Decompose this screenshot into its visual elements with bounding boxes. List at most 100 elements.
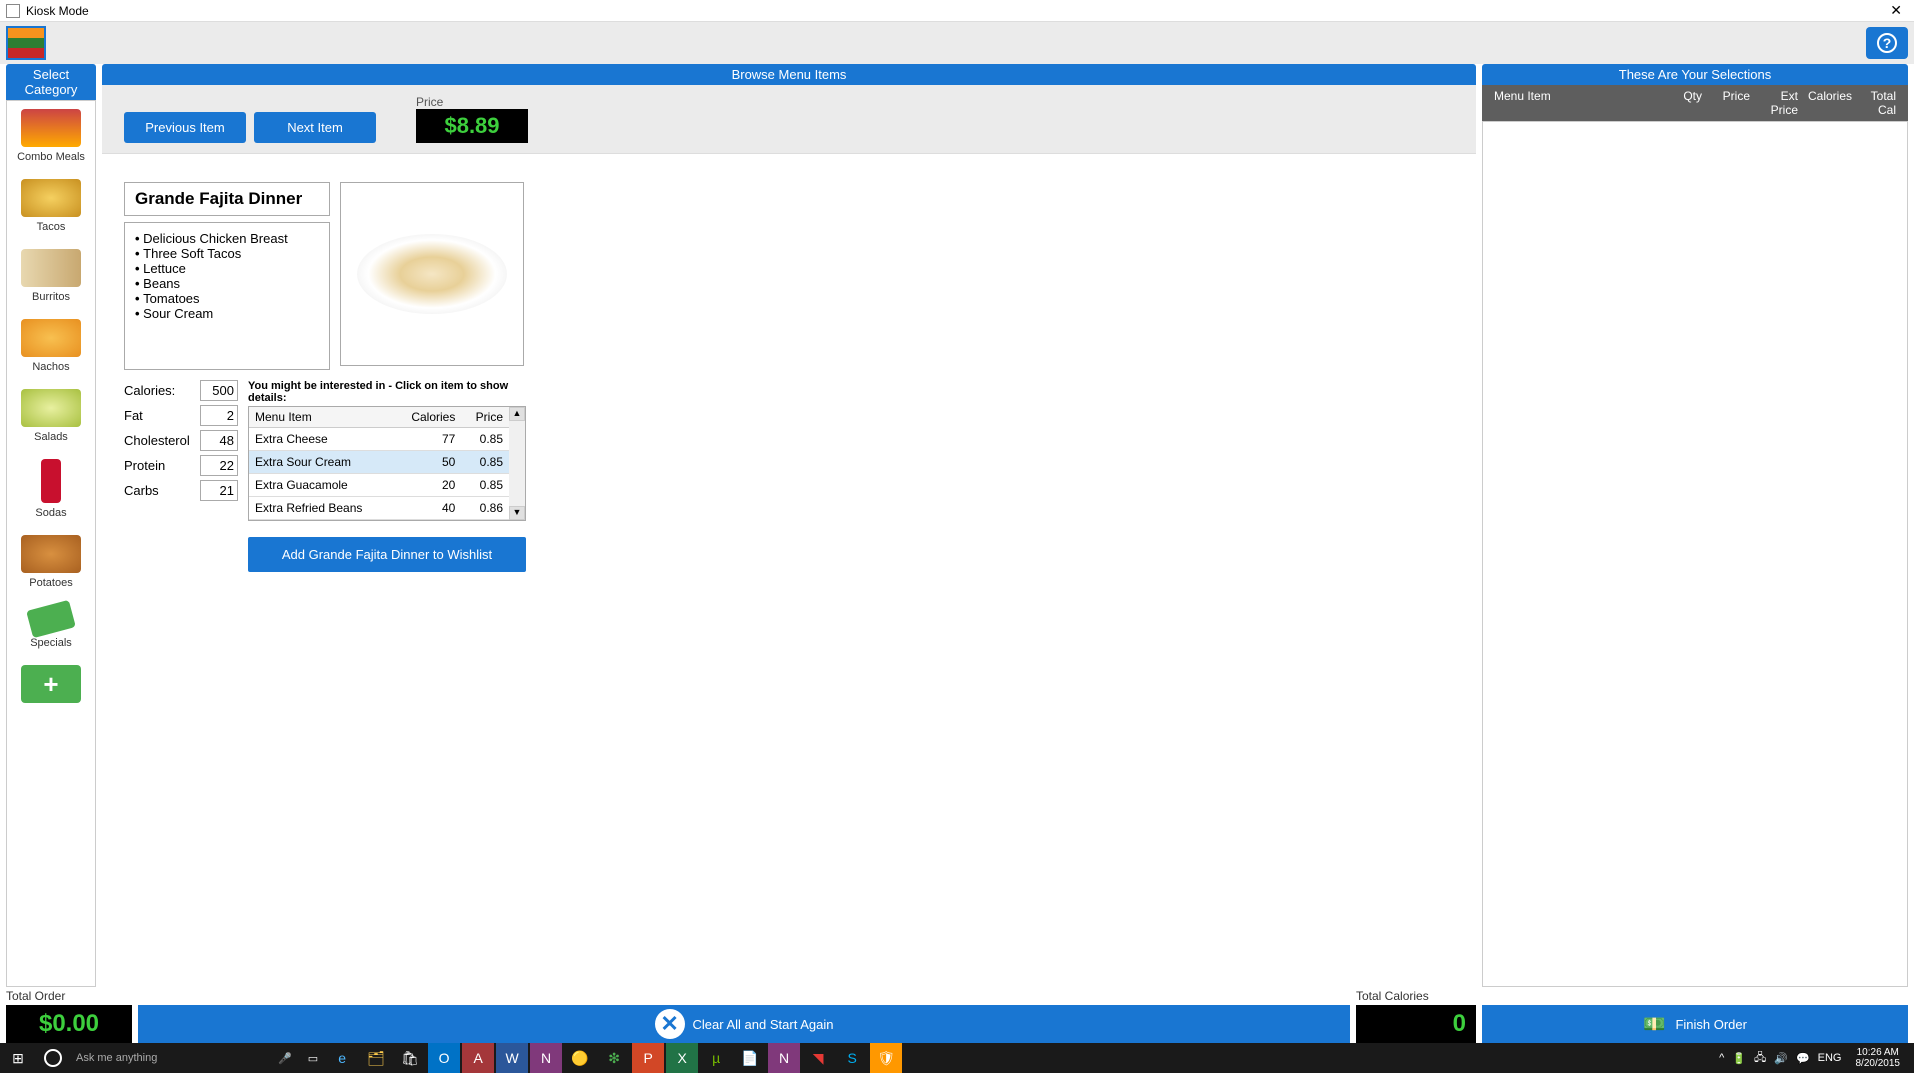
notifications-icon[interactable]: 💬 — [1796, 1052, 1810, 1065]
total-order-label: Total Order — [6, 987, 132, 1005]
category-thumb — [21, 249, 81, 287]
category-item[interactable]: Salads — [7, 381, 95, 451]
category-header: Select Category — [6, 64, 96, 100]
category-sidebar: Select Category Combo MealsTacos Burritos… — [6, 64, 96, 987]
addons-col-price: Price — [461, 407, 509, 428]
nutrition-facts: Calories: Fat Cholesterol Protein Carbs — [124, 380, 238, 572]
chrome-icon[interactable]: 🟡 — [564, 1043, 596, 1073]
item-ingredients: Delicious Chicken BreastThree Soft Tacos… — [124, 222, 330, 370]
category-label: Specials — [9, 637, 93, 649]
clock-date: 8/20/2015 — [1856, 1058, 1901, 1069]
ingredient-item: Sour Cream — [135, 306, 319, 321]
carbs-value[interactable] — [200, 480, 238, 501]
category-thumb — [21, 389, 81, 427]
category-item[interactable]: Nachos — [7, 311, 95, 381]
clock-time: 10:26 AM — [1856, 1047, 1901, 1058]
network-icon[interactable]: 🖧 — [1754, 1049, 1766, 1068]
previous-item-button[interactable]: Previous Item — [124, 112, 246, 143]
cortana-icon[interactable] — [36, 1043, 70, 1073]
store-icon[interactable]: 🛍 — [394, 1043, 426, 1073]
ingredient-item: Beans — [135, 276, 319, 291]
addon-price: 0.85 — [461, 428, 509, 451]
category-item[interactable]: Burritos — [7, 241, 95, 311]
category-item[interactable]: + — [7, 657, 95, 715]
category-item[interactable]: Sodas — [7, 451, 95, 527]
access-icon[interactable]: A — [462, 1043, 494, 1073]
task-view-icon[interactable]: ▭ — [300, 1043, 326, 1073]
file-explorer-icon[interactable]: 🗂 — [360, 1043, 392, 1073]
item-name: Grande Fajita Dinner — [124, 182, 330, 216]
plate-illustration — [357, 234, 507, 314]
sel-col-qty: Qty — [1668, 89, 1706, 117]
sel-col-item: Menu Item — [1490, 89, 1668, 117]
language-indicator[interactable]: ENG — [1818, 1052, 1842, 1064]
outlook-icon[interactable]: O — [428, 1043, 460, 1073]
carbs-label: Carbs — [124, 483, 159, 498]
category-thumb: + — [21, 665, 81, 703]
tray-chevron-icon[interactable]: ^ — [1719, 1052, 1724, 1064]
edge-icon[interactable]: e — [326, 1043, 358, 1073]
addon-name: Extra Sour Cream — [249, 451, 394, 474]
category-list[interactable]: Combo MealsTacos Burritos NachosSaladsSoda… — [6, 100, 96, 987]
word-icon[interactable]: W — [496, 1043, 528, 1073]
category-item[interactable]: Combo Meals — [7, 101, 95, 171]
scroll-down-icon[interactable]: ▼ — [509, 506, 525, 520]
category-thumb — [21, 535, 81, 573]
pdf-icon[interactable]: 📄 — [734, 1043, 766, 1073]
addons-col-item: Menu Item — [249, 407, 394, 428]
excel-icon[interactable]: X — [666, 1043, 698, 1073]
protein-value[interactable] — [200, 455, 238, 476]
battery-icon[interactable]: 🔋 — [1732, 1052, 1746, 1065]
total-calories-value: 0 — [1356, 1005, 1476, 1043]
selections-header: These Are Your Selections — [1482, 64, 1908, 85]
start-button[interactable]: ⊞ — [0, 1043, 36, 1073]
addon-row[interactable]: Extra Cheese770.85 — [249, 428, 509, 451]
finish-order-button[interactable]: 💵 Finish Order — [1482, 1005, 1908, 1043]
window-titlebar: Kiosk Mode ✕ — [0, 0, 1914, 22]
onenote2-icon[interactable]: N — [768, 1043, 800, 1073]
utorrent-icon[interactable]: µ — [700, 1043, 732, 1073]
browse-panel: Browse Menu Items Previous Item Next Ite… — [102, 64, 1476, 987]
taskbar-clock[interactable]: 10:26 AM 8/20/2015 — [1850, 1047, 1907, 1069]
taskbar-search[interactable]: Ask me anything — [70, 1052, 270, 1064]
category-label: Burritos — [9, 291, 93, 303]
help-button[interactable]: ? — [1866, 27, 1908, 59]
addon-row[interactable]: Extra Refried Beans400.86 — [249, 497, 509, 520]
fat-value[interactable] — [200, 405, 238, 426]
addon-calories: 77 — [394, 428, 462, 451]
app-red-icon[interactable]: ◥ — [802, 1043, 834, 1073]
calories-label: Calories: — [124, 383, 175, 398]
clear-icon: ✕ — [655, 1009, 685, 1039]
sel-col-tot: Total Cal — [1856, 89, 1900, 117]
volume-icon[interactable]: 🔊 — [1774, 1052, 1788, 1065]
shield-icon[interactable]: 🛡 — [870, 1043, 902, 1073]
mic-icon[interactable]: 🎤 — [270, 1043, 300, 1073]
calories-value[interactable] — [200, 380, 238, 401]
fat-label: Fat — [124, 408, 143, 423]
total-calories-label: Total Calories — [1356, 987, 1476, 1005]
system-tray: ^ 🔋 🖧 🔊 💬 ENG 10:26 AM 8/20/2015 — [1719, 1047, 1914, 1069]
add-to-wishlist-button[interactable]: Add Grande Fajita Dinner to Wishlist — [248, 537, 526, 572]
item-price: $8.89 — [416, 109, 528, 143]
skype-icon[interactable]: S — [836, 1043, 868, 1073]
onenote-icon[interactable]: N — [530, 1043, 562, 1073]
selections-body — [1482, 121, 1908, 987]
scroll-up-icon[interactable]: ▲ — [509, 407, 525, 421]
taskbar-apps: e 🗂 🛍 O A W N 🟡 ❇ P X µ 📄 N ◥ S 🛡 — [326, 1043, 902, 1073]
ingredient-item: Lettuce — [135, 261, 319, 276]
addon-row[interactable]: Extra Sour Cream500.85 — [249, 451, 509, 474]
category-thumb — [26, 600, 76, 638]
app-icon — [6, 4, 20, 18]
close-icon[interactable]: ✕ — [1884, 2, 1908, 19]
app-green-icon[interactable]: ❇ — [598, 1043, 630, 1073]
cholesterol-value[interactable] — [200, 430, 238, 451]
category-item[interactable]: Potatoes — [7, 527, 95, 597]
addons-scrollbar[interactable]: ▲ ▼ — [509, 407, 525, 520]
clear-all-button[interactable]: ✕ Clear All and Start Again — [138, 1005, 1350, 1043]
addon-row[interactable]: Extra Guacamole200.85 — [249, 474, 509, 497]
brand-logo[interactable] — [6, 26, 46, 60]
category-item[interactable]: Tacos — [7, 171, 95, 241]
category-item[interactable]: Specials — [7, 597, 95, 657]
next-item-button[interactable]: Next Item — [254, 112, 376, 143]
powerpoint-icon[interactable]: P — [632, 1043, 664, 1073]
